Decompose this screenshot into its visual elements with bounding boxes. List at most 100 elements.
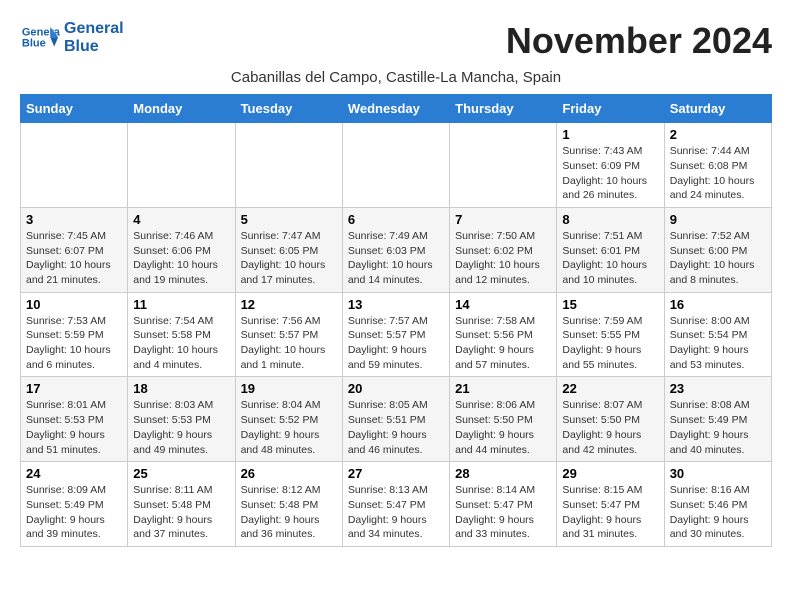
day-number: 8 [562, 212, 658, 227]
day-number: 17 [26, 381, 122, 396]
calendar-cell: 19 Sunrise: 8:04 AM Sunset: 5:52 PM Dayli… [235, 377, 342, 462]
calendar-cell [450, 123, 557, 208]
logo-icon: General Blue [20, 23, 60, 53]
day-info: Sunrise: 8:11 AM Sunset: 5:48 PM Dayligh… [133, 483, 229, 542]
day-info: Sunrise: 7:44 AM Sunset: 6:08 PM Dayligh… [670, 144, 766, 203]
logo-line1: General [64, 20, 124, 38]
day-number: 10 [26, 297, 122, 312]
calendar-cell [342, 123, 449, 208]
calendar-cell: 22 Sunrise: 8:07 AM Sunset: 5:50 PM Dayli… [557, 377, 664, 462]
calendar-cell: 9 Sunrise: 7:52 AM Sunset: 6:00 PM Daylig… [664, 207, 771, 292]
day-number: 22 [562, 381, 658, 396]
day-number: 14 [455, 297, 551, 312]
day-number: 12 [241, 297, 337, 312]
day-info: Sunrise: 7:53 AM Sunset: 5:59 PM Dayligh… [26, 314, 122, 373]
day-number: 9 [670, 212, 766, 227]
day-info: Sunrise: 7:50 AM Sunset: 6:02 PM Dayligh… [455, 229, 551, 288]
calendar-cell: 7 Sunrise: 7:50 AM Sunset: 6:02 PM Daylig… [450, 207, 557, 292]
day-info: Sunrise: 8:14 AM Sunset: 5:47 PM Dayligh… [455, 483, 551, 542]
calendar-cell: 28 Sunrise: 8:14 AM Sunset: 5:47 PM Dayli… [450, 462, 557, 547]
day-number: 19 [241, 381, 337, 396]
day-info: Sunrise: 8:15 AM Sunset: 5:47 PM Dayligh… [562, 483, 658, 542]
calendar-cell: 16 Sunrise: 8:00 AM Sunset: 5:54 PM Dayli… [664, 292, 771, 377]
day-info: Sunrise: 8:05 AM Sunset: 5:51 PM Dayligh… [348, 398, 444, 457]
calendar-cell: 13 Sunrise: 7:57 AM Sunset: 5:57 PM Dayli… [342, 292, 449, 377]
day-number: 26 [241, 466, 337, 481]
calendar-cell [235, 123, 342, 208]
calendar-cell: 4 Sunrise: 7:46 AM Sunset: 6:06 PM Daylig… [128, 207, 235, 292]
day-number: 3 [26, 212, 122, 227]
day-header-thursday: Thursday [450, 95, 557, 123]
calendar-cell: 18Sunrise: 8:03 AM Sunset: 5:53 PM Dayli… [128, 377, 235, 462]
calendar-table: SundayMondayTuesdayWednesdayThursdayFrid… [20, 94, 772, 547]
day-info: Sunrise: 7:45 AM Sunset: 6:07 PM Dayligh… [26, 229, 122, 288]
calendar-cell: 23 Sunrise: 8:08 AM Sunset: 5:49 PM Dayli… [664, 377, 771, 462]
day-info: Sunrise: 7:51 AM Sunset: 6:01 PM Dayligh… [562, 229, 658, 288]
day-number: 15 [562, 297, 658, 312]
day-number: 28 [455, 466, 551, 481]
calendar-cell: 26 Sunrise: 8:12 AM Sunset: 5:48 PM Dayli… [235, 462, 342, 547]
calendar-cell: 5 Sunrise: 7:47 AM Sunset: 6:05 PM Daylig… [235, 207, 342, 292]
day-number: 27 [348, 466, 444, 481]
day-info: Sunrise: 8:00 AM Sunset: 5:54 PM Dayligh… [670, 314, 766, 373]
day-number: 5 [241, 212, 337, 227]
day-number: 25 [133, 466, 229, 481]
calendar-cell: 8 Sunrise: 7:51 AM Sunset: 6:01 PM Daylig… [557, 207, 664, 292]
day-number: 24 [26, 466, 122, 481]
calendar-cell: 29 Sunrise: 8:15 AM Sunset: 5:47 PM Dayli… [557, 462, 664, 547]
day-info: Sunrise: 8:13 AM Sunset: 5:47 PM Dayligh… [348, 483, 444, 542]
calendar-cell: 15Sunrise: 7:59 AM Sunset: 5:55 PM Dayli… [557, 292, 664, 377]
day-header-wednesday: Wednesday [342, 95, 449, 123]
day-header-sunday: Sunday [21, 95, 128, 123]
day-info: Sunrise: 7:56 AM Sunset: 5:57 PM Dayligh… [241, 314, 337, 373]
calendar-cell: 6Sunrise: 7:49 AM Sunset: 6:03 PM Daylig… [342, 207, 449, 292]
calendar-cell: 10 Sunrise: 7:53 AM Sunset: 5:59 PM Dayli… [21, 292, 128, 377]
calendar-cell: 1Sunrise: 7:43 AM Sunset: 6:09 PM Daylig… [557, 123, 664, 208]
calendar-cell: 12 Sunrise: 7:56 AM Sunset: 5:57 PM Dayli… [235, 292, 342, 377]
calendar-cell: 30Sunrise: 8:16 AM Sunset: 5:46 PM Dayli… [664, 462, 771, 547]
day-info: Sunrise: 8:01 AM Sunset: 5:53 PM Dayligh… [26, 398, 122, 457]
logo-line2: Blue [64, 38, 124, 56]
day-info: Sunrise: 8:09 AM Sunset: 5:49 PM Dayligh… [26, 483, 122, 542]
day-number: 20 [348, 381, 444, 396]
day-info: Sunrise: 7:43 AM Sunset: 6:09 PM Dayligh… [562, 144, 658, 203]
day-info: Sunrise: 8:04 AM Sunset: 5:52 PM Dayligh… [241, 398, 337, 457]
calendar-cell: 14 Sunrise: 7:58 AM Sunset: 5:56 PM Dayli… [450, 292, 557, 377]
day-number: 23 [670, 381, 766, 396]
day-number: 29 [562, 466, 658, 481]
calendar-cell: 11 Sunrise: 7:54 AM Sunset: 5:58 PM Dayli… [128, 292, 235, 377]
calendar-cell: 2 Sunrise: 7:44 AM Sunset: 6:08 PM Daylig… [664, 123, 771, 208]
day-number: 18 [133, 381, 229, 396]
day-info: Sunrise: 8:06 AM Sunset: 5:50 PM Dayligh… [455, 398, 551, 457]
day-info: Sunrise: 7:46 AM Sunset: 6:06 PM Dayligh… [133, 229, 229, 288]
day-number: 13 [348, 297, 444, 312]
calendar-cell: 3 Sunrise: 7:45 AM Sunset: 6:07 PM Daylig… [21, 207, 128, 292]
day-number: 4 [133, 212, 229, 227]
calendar-cell: 21 Sunrise: 8:06 AM Sunset: 5:50 PM Dayli… [450, 377, 557, 462]
month-title: November 2024 [506, 20, 772, 62]
day-info: Sunrise: 7:52 AM Sunset: 6:00 PM Dayligh… [670, 229, 766, 288]
calendar-cell [128, 123, 235, 208]
calendar-cell [21, 123, 128, 208]
day-number: 11 [133, 297, 229, 312]
day-number: 21 [455, 381, 551, 396]
calendar-cell: 17 Sunrise: 8:01 AM Sunset: 5:53 PM Dayli… [21, 377, 128, 462]
day-info: Sunrise: 8:16 AM Sunset: 5:46 PM Dayligh… [670, 483, 766, 542]
day-info: Sunrise: 7:58 AM Sunset: 5:56 PM Dayligh… [455, 314, 551, 373]
day-number: 16 [670, 297, 766, 312]
day-number: 2 [670, 127, 766, 142]
calendar-cell: 20 Sunrise: 8:05 AM Sunset: 5:51 PM Dayli… [342, 377, 449, 462]
calendar-cell: 27 Sunrise: 8:13 AM Sunset: 5:47 PM Dayli… [342, 462, 449, 547]
calendar-cell: 25 Sunrise: 8:11 AM Sunset: 5:48 PM Dayli… [128, 462, 235, 547]
day-info: Sunrise: 7:47 AM Sunset: 6:05 PM Dayligh… [241, 229, 337, 288]
day-info: Sunrise: 8:12 AM Sunset: 5:48 PM Dayligh… [241, 483, 337, 542]
day-info: Sunrise: 8:07 AM Sunset: 5:50 PM Dayligh… [562, 398, 658, 457]
day-info: Sunrise: 7:54 AM Sunset: 5:58 PM Dayligh… [133, 314, 229, 373]
day-header-monday: Monday [128, 95, 235, 123]
day-number: 7 [455, 212, 551, 227]
day-header-saturday: Saturday [664, 95, 771, 123]
day-info: Sunrise: 8:08 AM Sunset: 5:49 PM Dayligh… [670, 398, 766, 457]
day-header-friday: Friday [557, 95, 664, 123]
day-info: Sunrise: 7:57 AM Sunset: 5:57 PM Dayligh… [348, 314, 444, 373]
calendar-subtitle: Cabanillas del Campo, Castille-La Mancha… [20, 69, 772, 86]
